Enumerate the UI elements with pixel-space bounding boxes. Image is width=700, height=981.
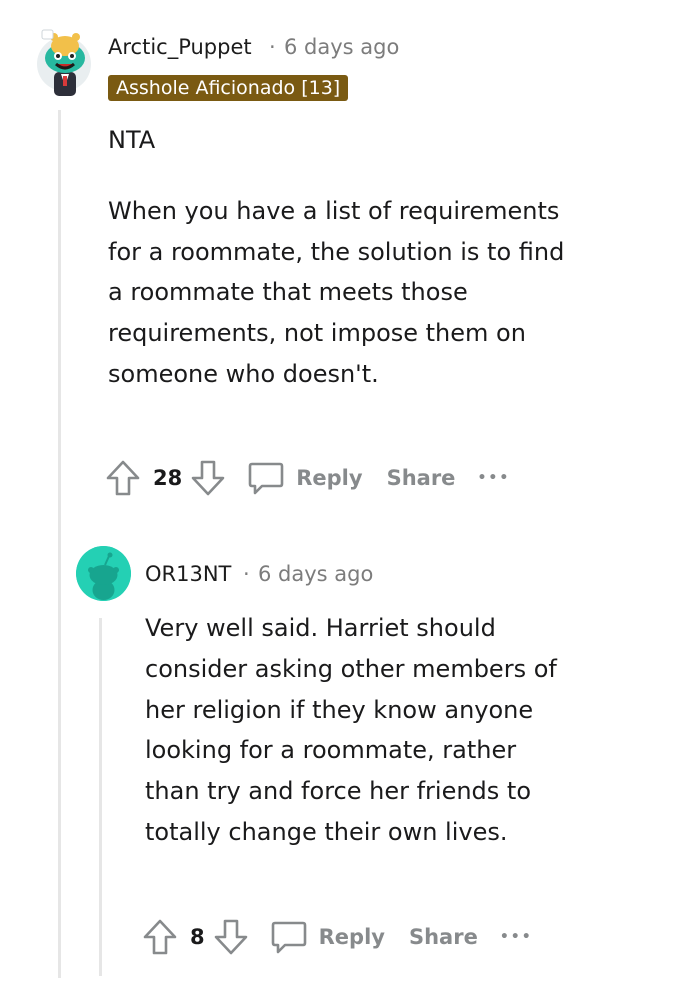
username[interactable]: OR13NT [145,562,231,586]
score: 8 [190,925,205,949]
more-options-icon[interactable]: ••• [477,470,510,486]
thread-line-main[interactable] [58,110,61,978]
share-button[interactable]: Share [409,925,478,949]
avatar[interactable] [34,26,94,98]
reply-button[interactable]: Reply [319,925,385,949]
score: 28 [153,466,183,490]
timestamp[interactable]: 6 days ago [258,562,373,586]
thread-line-reply[interactable] [99,618,102,976]
separator-dot: · [269,35,276,59]
upvote-icon[interactable] [105,458,141,498]
comment-paragraph: When you have a list of requirements for… [108,196,565,388]
comment-paragraph: NTA [108,126,156,154]
share-button[interactable]: Share [387,466,456,490]
more-options-icon[interactable]: ••• [500,929,533,945]
comment-body: NTA When you have a list of requirements… [108,120,578,395]
downvote-icon[interactable] [190,458,226,498]
comment-actions: 28 Reply Share ••• [105,458,510,498]
downvote-icon[interactable] [213,917,249,957]
comment-actions: 8 Reply Share ••• [142,917,533,957]
avatar[interactable] [76,546,131,601]
comment-bubble-icon[interactable] [246,458,286,498]
reply-button[interactable]: Reply [296,466,362,490]
comment-paragraph: Very well said. Harriet should consider … [145,614,557,846]
comment-bubble-icon[interactable] [269,917,309,957]
snoo-avatar-icon [37,29,91,96]
upvote-icon[interactable] [142,917,178,957]
username[interactable]: Arctic_Puppet [108,35,252,59]
timestamp[interactable]: 6 days ago [284,35,399,59]
comment-body: Very well said. Harriet should consider … [145,608,575,853]
snoo-avatar-icon [76,546,131,601]
user-flair: Asshole Aficionado [13] [108,75,349,101]
separator-dot: · [243,562,250,586]
